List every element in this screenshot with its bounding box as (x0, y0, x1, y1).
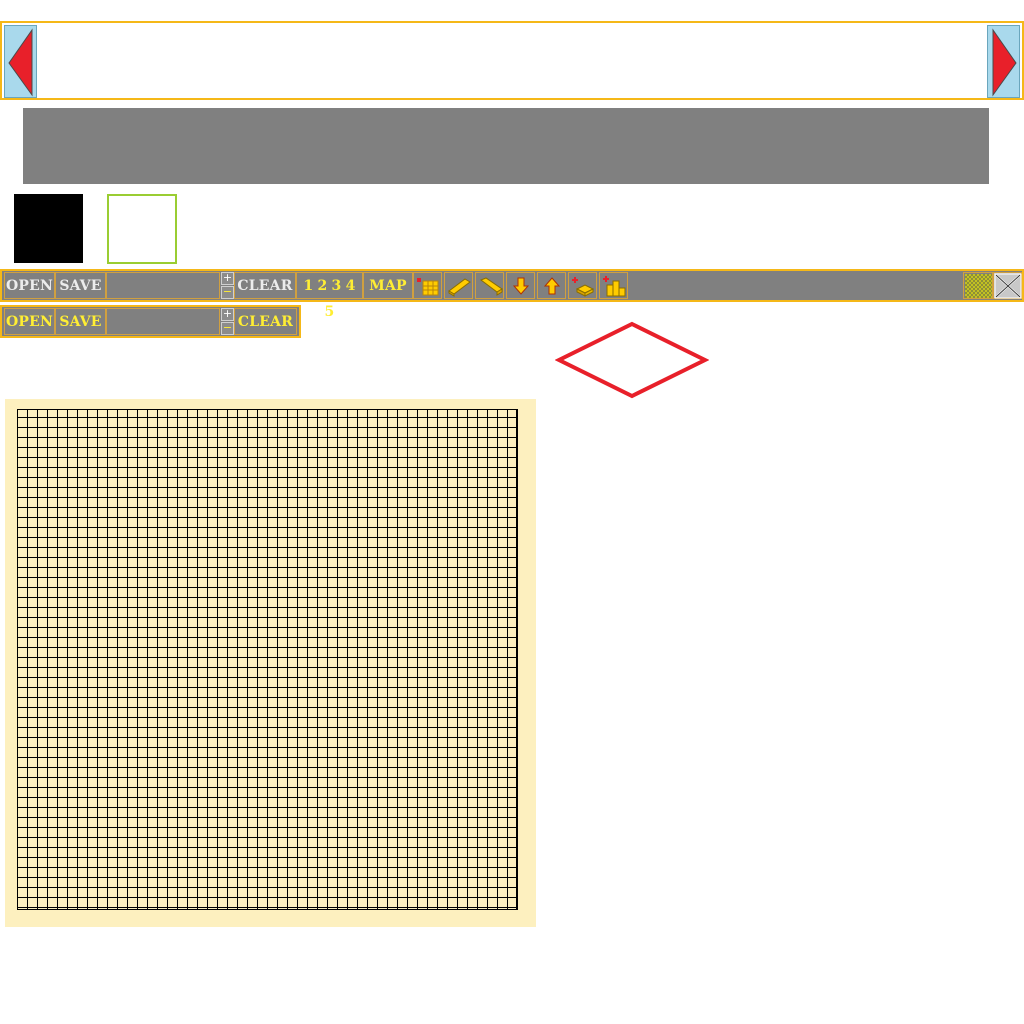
layer-5-button[interactable]: 5 (325, 304, 335, 320)
primary-tile-swatch[interactable] (14, 194, 83, 263)
arrow-right-icon (992, 28, 1017, 97)
close-button[interactable] (993, 272, 1022, 299)
layer-3-button[interactable]: 3 (332, 278, 342, 294)
add-block-tool-button[interactable] (568, 272, 597, 299)
tile-cursor-diamond (555, 321, 709, 399)
tile-preview-bar (23, 108, 989, 184)
layer-2-button[interactable]: 2 (318, 278, 328, 294)
decrease-button-secondary[interactable]: − (221, 322, 234, 335)
map-button[interactable]: MAP (363, 272, 413, 299)
tile-palette-strip (0, 21, 1024, 100)
add-block-icon (572, 277, 595, 297)
grid-icon (417, 278, 439, 296)
secondary-tile-swatch[interactable] (107, 194, 177, 264)
increase-button[interactable]: + (221, 272, 234, 285)
move-down-tool-button[interactable] (506, 272, 535, 299)
decrease-button[interactable]: − (221, 286, 234, 299)
clear-button-secondary[interactable]: CLEAR (234, 308, 297, 335)
scroll-right-button[interactable] (987, 25, 1020, 98)
increase-button-secondary[interactable]: + (221, 308, 234, 321)
wall-horizontal-icon (448, 278, 471, 297)
move-up-icon (543, 277, 561, 295)
filename-field[interactable] (106, 272, 220, 299)
grid-tool-button[interactable] (413, 272, 442, 299)
move-up-tool-button[interactable] (537, 272, 566, 299)
wall-horizontal-tool-button[interactable] (444, 272, 473, 299)
wall-diagonal-tool-button[interactable] (475, 272, 504, 299)
arrow-left-icon (8, 28, 33, 97)
pattern-toggle-button[interactable] (963, 272, 993, 299)
open-button[interactable]: OPEN (4, 272, 55, 299)
open-button-secondary[interactable]: OPEN (4, 308, 55, 335)
layer-4-button[interactable]: 4 (346, 278, 356, 294)
wall-diagonal-icon (479, 277, 503, 296)
layer-selector: 1 2 3 4 5 (296, 272, 363, 320)
secondary-toolbar: OPEN SAVE + − CLEAR (0, 305, 301, 338)
filename-field-secondary[interactable] (106, 308, 220, 335)
save-button[interactable]: SAVE (55, 272, 106, 299)
map-panel (5, 399, 536, 927)
save-button-secondary[interactable]: SAVE (55, 308, 106, 335)
clear-button[interactable]: CLEAR (234, 272, 296, 299)
scroll-left-button[interactable] (4, 25, 37, 98)
main-toolbar: OPEN SAVE + − CLEAR 1 2 3 4 5 MAP (0, 269, 1024, 320)
map-grid[interactable] (17, 409, 518, 910)
layer-1-button[interactable]: 1 (303, 278, 313, 294)
close-icon (994, 273, 1022, 299)
add-stack-tool-button[interactable] (599, 272, 628, 299)
pattern-icon (965, 274, 992, 298)
add-stack-icon (603, 276, 626, 297)
move-down-icon (512, 277, 530, 295)
